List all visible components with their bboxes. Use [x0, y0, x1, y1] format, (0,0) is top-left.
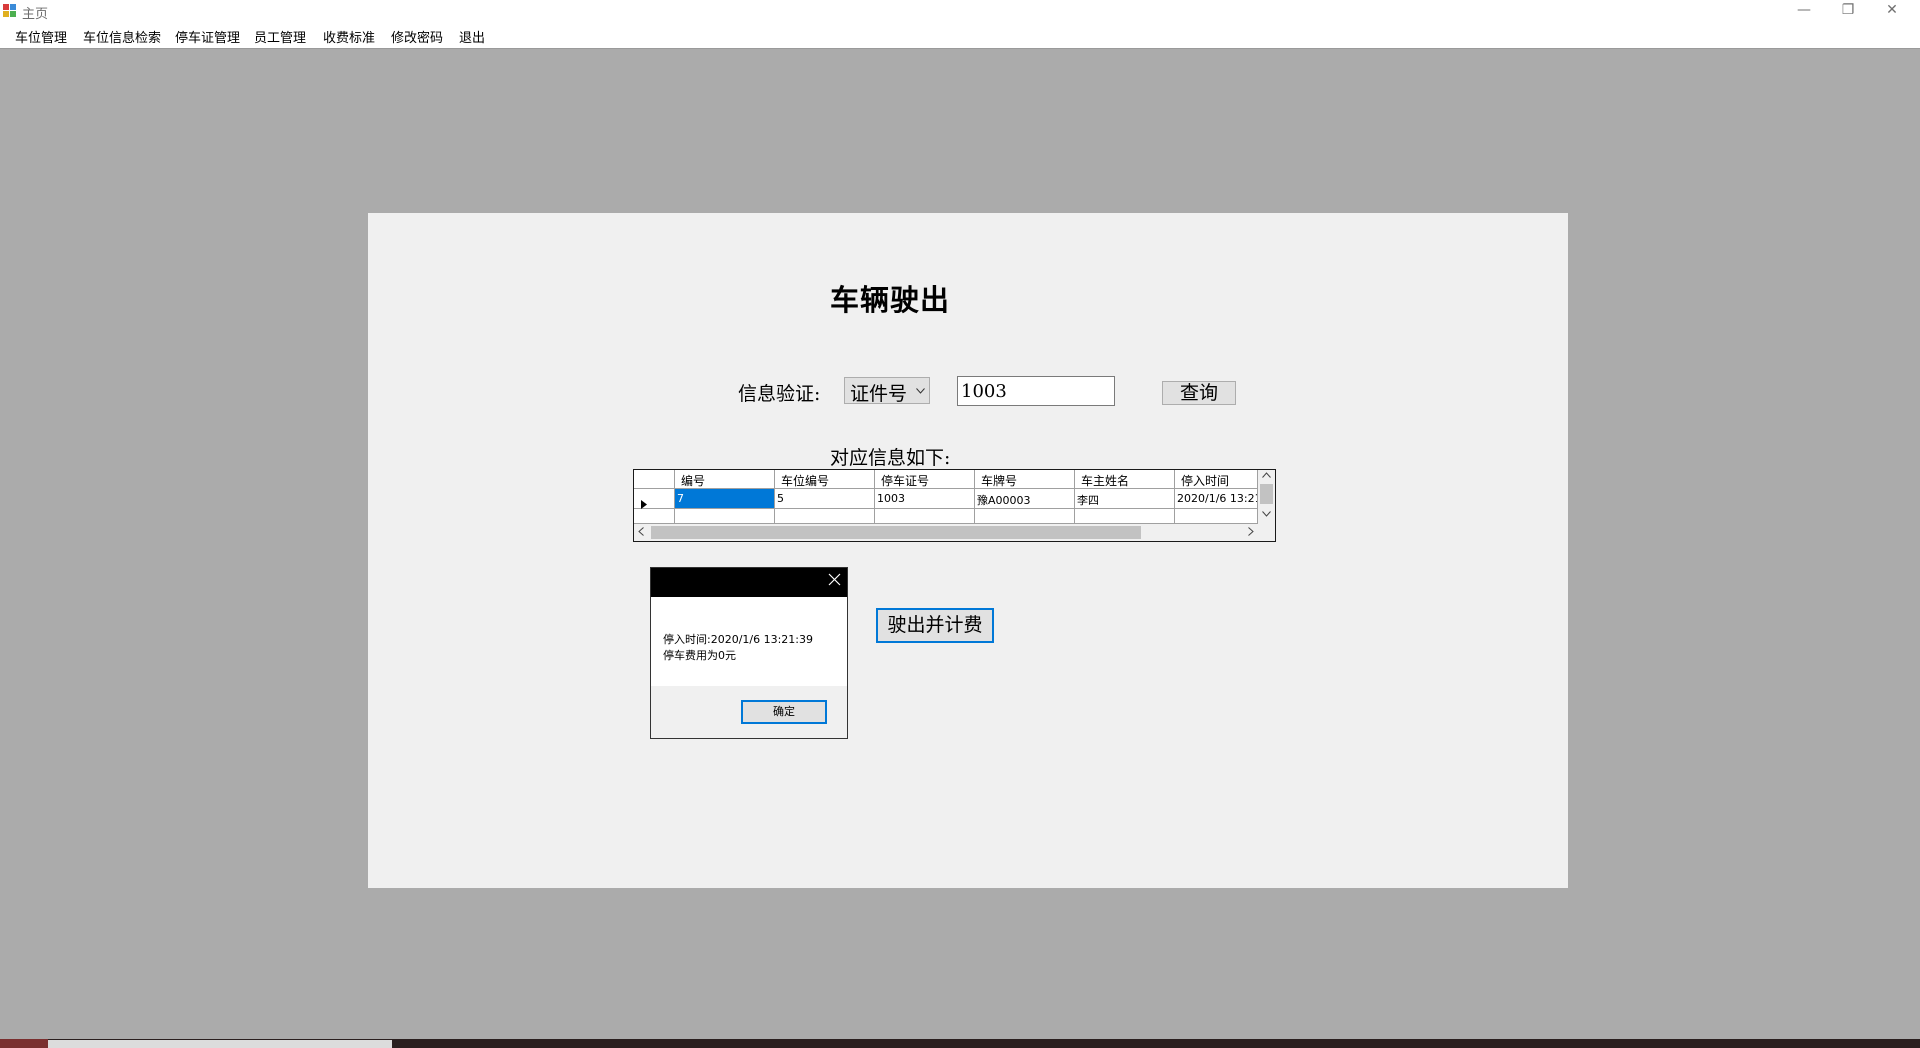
verify-value-input[interactable]	[957, 376, 1115, 406]
menu-item-parking-space[interactable]: 车位管理	[15, 27, 67, 46]
table-cell[interactable]: 7	[675, 489, 775, 509]
table-cell[interactable]: 豫A00003	[975, 489, 1075, 509]
window-title: 主页	[22, 7, 49, 22]
new-row-cell[interactable]	[1175, 509, 1258, 524]
message-box-body: 停入时间:2020/1/6 13:21:39 停车费用为0元	[651, 597, 847, 686]
parking-record-grid[interactable]: 编号 车位编号 停车证号 车牌号 车主姓名 停入时间 7 5 1003 豫A00…	[633, 469, 1276, 542]
taskbar-search[interactable]	[48, 1040, 392, 1048]
verify-label: 信息验证:	[738, 383, 821, 405]
menu-item-permit[interactable]: 停车证管理	[175, 27, 240, 46]
table-cell[interactable]: 5	[775, 489, 875, 509]
new-row-cell[interactable]	[975, 509, 1075, 524]
message-box-titlebar	[651, 568, 847, 597]
message-fee: 停车费用为0元	[663, 649, 736, 662]
menu-item-password[interactable]: 修改密码	[391, 27, 443, 46]
menu-bar: 车位管理 车位信息检索 停车证管理 员工管理 收费标准 修改密码 退出	[0, 22, 1920, 49]
column-header-id[interactable]: 编号	[675, 470, 775, 489]
column-header-entry-time[interactable]: 停入时间	[1175, 470, 1258, 489]
info-label: 对应信息如下:	[830, 447, 951, 469]
menu-item-exit[interactable]: 退出	[459, 27, 485, 46]
horizontal-scrollbar[interactable]	[634, 524, 1258, 541]
chevron-down-icon	[916, 384, 925, 397]
new-row-cell[interactable]	[1075, 509, 1175, 524]
menu-item-fees[interactable]: 收费标准	[323, 27, 375, 46]
close-window-button[interactable]: ✕	[1870, 0, 1914, 22]
vertical-scrollbar[interactable]	[1258, 470, 1275, 524]
scrollbar-corner	[1258, 524, 1275, 541]
verify-type-select[interactable]: 证件号	[844, 377, 930, 405]
grid-corner-header	[634, 470, 675, 489]
scroll-up-icon[interactable]	[1262, 471, 1271, 481]
taskbar-start[interactable]	[0, 1039, 48, 1048]
table-cell[interactable]: 李四	[1075, 489, 1175, 509]
row-header[interactable]	[634, 489, 675, 509]
vertical-scroll-thumb[interactable]	[1260, 484, 1273, 504]
page-title: 车辆驶出	[830, 283, 951, 317]
table-cell[interactable]: 2020/1/6 13:21:39	[1175, 489, 1258, 509]
restore-button[interactable]: ❐	[1826, 0, 1870, 22]
new-row-header[interactable]	[634, 509, 675, 524]
scroll-down-icon[interactable]	[1262, 510, 1271, 520]
drive-out-and-charge-button[interactable]: 驶出并计费	[876, 608, 994, 643]
new-row-cell[interactable]	[775, 509, 875, 524]
taskbar	[0, 1039, 1920, 1048]
message-entry-time: 停入时间:2020/1/6 13:21:39	[663, 633, 814, 646]
vehicle-exit-form: 车辆驶出 信息验证: 证件号 查询 对应信息如下: 编号 车位编号 停车证号 车…	[368, 213, 1568, 888]
new-row-cell[interactable]	[675, 509, 775, 524]
menu-item-space-search[interactable]: 车位信息检索	[83, 27, 161, 46]
ok-button[interactable]: 确定	[741, 700, 827, 724]
window-titlebar: 主页 — ❐ ✕	[0, 0, 1920, 22]
column-header-owner[interactable]: 车主姓名	[1075, 470, 1175, 489]
column-header-space-no[interactable]: 车位编号	[775, 470, 875, 489]
new-row-cell[interactable]	[875, 509, 975, 524]
table-cell[interactable]: 1003	[875, 489, 975, 509]
query-button[interactable]: 查询	[1162, 381, 1236, 405]
column-header-permit-no[interactable]: 停车证号	[875, 470, 975, 489]
message-box: 停入时间:2020/1/6 13:21:39 停车费用为0元 确定	[650, 567, 848, 739]
horizontal-scroll-thumb[interactable]	[651, 526, 1141, 539]
app-icon	[3, 4, 16, 17]
scroll-left-icon[interactable]	[638, 525, 644, 539]
verify-type-value: 证件号	[850, 383, 908, 405]
column-header-plate-no[interactable]: 车牌号	[975, 470, 1075, 489]
scroll-right-icon[interactable]	[1248, 525, 1254, 539]
minimize-button[interactable]: —	[1782, 0, 1826, 22]
menu-item-staff[interactable]: 员工管理	[254, 27, 306, 46]
close-icon[interactable]	[828, 571, 841, 591]
